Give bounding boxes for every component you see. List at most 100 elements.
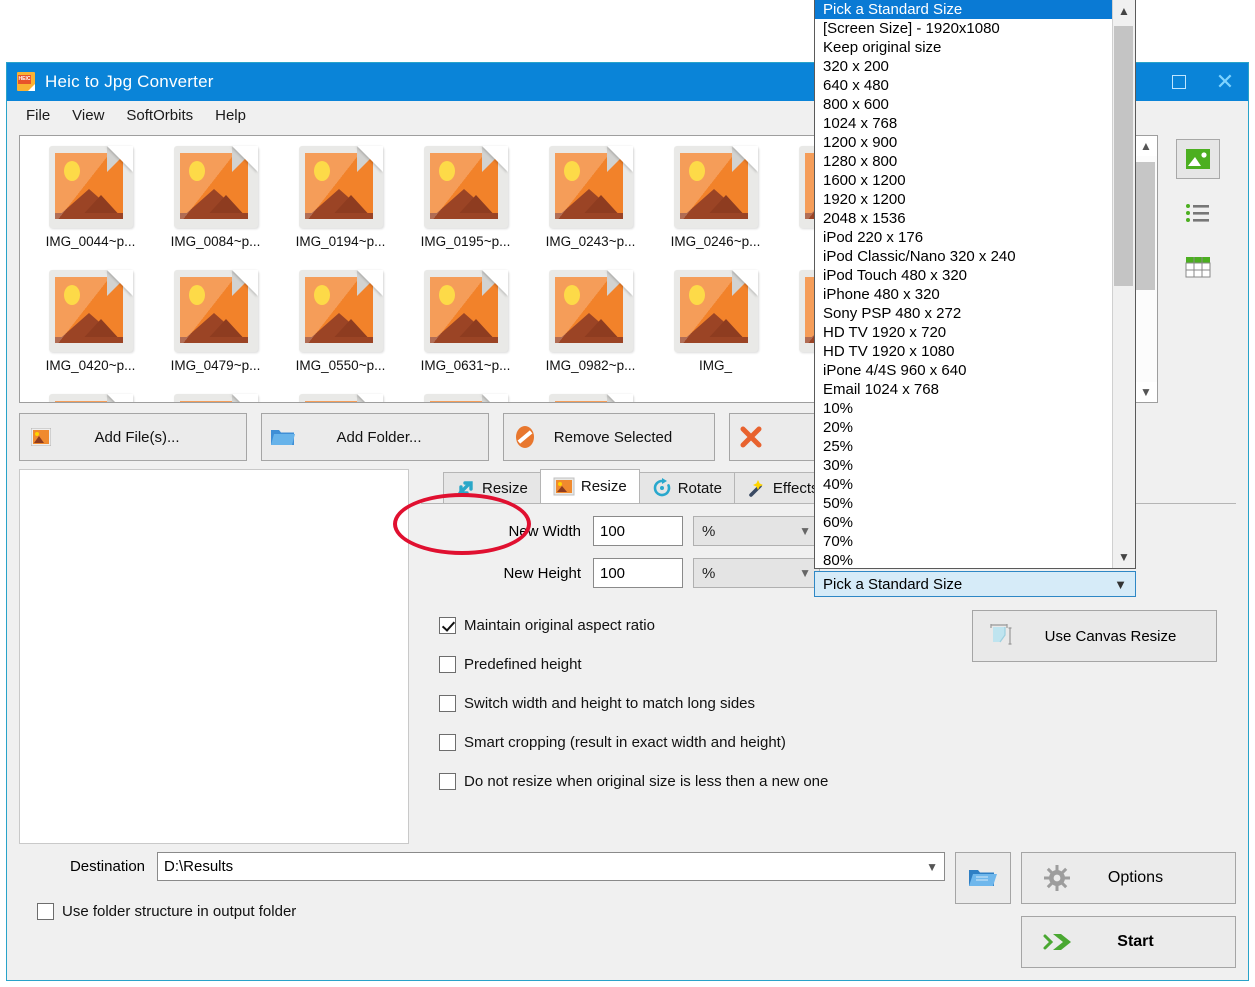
menu-item-softorbits[interactable]: SoftOrbits — [117, 104, 202, 127]
list-item[interactable]: IMG_0195~p... — [403, 142, 528, 266]
preview-pane[interactable] — [19, 469, 409, 844]
dropdown-option[interactable]: 1200 x 900 — [815, 133, 1112, 152]
standard-size-options-list[interactable]: Pick a Standard Size[Screen Size] - 1920… — [815, 0, 1112, 568]
image-thumbnail-icon — [420, 144, 512, 232]
dropdown-option[interactable]: 1600 x 1200 — [815, 171, 1112, 190]
switch-width-height-checkbox[interactable] — [439, 695, 456, 712]
dropdown-option[interactable]: iPone 4/4S 960 x 640 — [815, 361, 1112, 380]
dropdown-option[interactable]: HD TV 1920 x 720 — [815, 323, 1112, 342]
remove-selected-button[interactable]: Remove Selected — [503, 413, 715, 461]
list-item[interactable]: IMG_0982~p... — [528, 266, 653, 390]
scroll-up-icon[interactable]: ▲ — [1135, 136, 1157, 156]
tab-rotate[interactable]: Rotate — [639, 472, 735, 503]
add-files-button[interactable]: Add File(s)... — [19, 413, 247, 461]
dropdown-option[interactable]: 800 x 600 — [815, 95, 1112, 114]
close-button[interactable]: ✕ — [1202, 63, 1248, 101]
smart-cropping-row[interactable]: Smart cropping (result in exact width an… — [439, 734, 1236, 751]
destination-combo[interactable]: D:\Results ▼ — [157, 852, 945, 881]
dropdown-option[interactable]: 1024 x 768 — [815, 114, 1112, 133]
predefined-height-checkbox[interactable] — [439, 656, 456, 673]
add-image-icon — [20, 428, 62, 446]
file-list-scrollbar[interactable]: ▲ ▼ — [1134, 136, 1157, 402]
dropdown-option[interactable]: 320 x 200 — [815, 57, 1112, 76]
dropdown-option[interactable]: 1920 x 1200 — [815, 190, 1112, 209]
options-button[interactable]: Options — [1021, 852, 1236, 904]
dropdown-option[interactable]: 20% — [815, 418, 1112, 437]
resize-arrow-icon — [456, 479, 476, 497]
tab-resize-primary[interactable]: Resize — [443, 472, 541, 503]
new-height-unit-select[interactable]: % ▼ — [693, 558, 820, 588]
list-item[interactable]: IMG_0084~p... — [153, 142, 278, 266]
list-item[interactable]: IMG_0243~p... — [528, 142, 653, 266]
dropdown-scrollbar[interactable]: ▲ ▼ — [1112, 0, 1135, 568]
thumbnail-view-button[interactable] — [1176, 139, 1220, 179]
dropdown-option[interactable]: 40% — [815, 475, 1112, 494]
scroll-down-icon[interactable]: ▼ — [1135, 382, 1157, 402]
list-item[interactable]: IMG_0479~p... — [153, 266, 278, 390]
tab-resize-secondary[interactable]: Resize — [540, 469, 640, 503]
do-not-resize-checkbox[interactable] — [439, 773, 456, 790]
table-view-button[interactable] — [1176, 247, 1220, 287]
list-view-button[interactable] — [1176, 193, 1220, 233]
use-folder-structure-checkbox[interactable] — [37, 903, 54, 920]
use-canvas-resize-button[interactable]: Use Canvas Resize — [972, 610, 1217, 662]
list-item[interactable]: IMG_0550~p... — [278, 266, 403, 390]
dropdown-option[interactable]: 60% — [815, 513, 1112, 532]
dropdown-option[interactable]: 2048 x 1536 — [815, 209, 1112, 228]
dropdown-option[interactable]: 1280 x 800 — [815, 152, 1112, 171]
menu-item-help[interactable]: Help — [206, 104, 255, 127]
start-button[interactable]: Start — [1021, 916, 1236, 968]
list-item[interactable]: IMG_0246~p... — [653, 142, 778, 266]
list-item[interactable]: IMG_ — [653, 266, 778, 390]
dropdown-option[interactable]: iPhone 480 x 320 — [815, 285, 1112, 304]
image-thumbnail-icon — [420, 392, 512, 402]
maintain-aspect-ratio-checkbox[interactable] — [439, 617, 456, 634]
list-item[interactable]: IMG_0044~p... — [28, 142, 153, 266]
scrollbar-track[interactable] — [1135, 156, 1157, 382]
dropdown-option[interactable]: Sony PSP 480 x 272 — [815, 304, 1112, 323]
list-item[interactable] — [278, 390, 403, 402]
image-thumbnail-icon — [170, 144, 262, 232]
scroll-up-icon[interactable]: ▲ — [1118, 0, 1130, 22]
add-folder-button[interactable]: Add Folder... — [261, 413, 489, 461]
dropdown-option[interactable]: iPod Touch 480 x 320 — [815, 266, 1112, 285]
list-item[interactable] — [28, 390, 153, 402]
dropdown-option[interactable]: HD TV 1920 x 1080 — [815, 342, 1112, 361]
scroll-down-icon[interactable]: ▼ — [1118, 546, 1130, 568]
dropdown-option[interactable]: Pick a Standard Size — [815, 0, 1112, 19]
dropdown-option[interactable]: 10% — [815, 399, 1112, 418]
dropdown-option[interactable]: Keep original size — [815, 38, 1112, 57]
do-not-resize-row[interactable]: Do not resize when original size is less… — [439, 773, 1236, 790]
dropdown-option[interactable]: 25% — [815, 437, 1112, 456]
list-item[interactable]: IMG_0631~p... — [403, 266, 528, 390]
standard-size-dropdown-popup[interactable]: Pick a Standard Size[Screen Size] - 1920… — [814, 0, 1136, 569]
standard-size-combo[interactable]: Pick a Standard Size ▼ — [814, 571, 1136, 597]
menu-item-file[interactable]: File — [17, 104, 59, 127]
dropdown-option[interactable]: 70% — [815, 532, 1112, 551]
smart-cropping-checkbox[interactable] — [439, 734, 456, 751]
switch-width-height-row[interactable]: Switch width and height to match long si… — [439, 695, 1236, 712]
dropdown-option[interactable]: iPod Classic/Nano 320 x 240 — [815, 247, 1112, 266]
use-folder-structure-row[interactable]: Use folder structure in output folder — [37, 903, 945, 920]
dropdown-option[interactable]: 50% — [815, 494, 1112, 513]
browse-folder-button[interactable] — [955, 852, 1011, 904]
new-width-input[interactable] — [593, 516, 683, 546]
list-item[interactable]: IMG_0420~p... — [28, 266, 153, 390]
scrollbar-track[interactable] — [1113, 22, 1135, 546]
maximize-button[interactable] — [1156, 63, 1202, 101]
new-height-input[interactable] — [593, 558, 683, 588]
list-item[interactable] — [153, 390, 278, 402]
dropdown-option[interactable]: 640 x 480 — [815, 76, 1112, 95]
dropdown-option[interactable]: [Screen Size] - 1920x1080 — [815, 19, 1112, 38]
new-width-unit-select[interactable]: % ▼ — [693, 516, 820, 546]
list-item[interactable] — [403, 390, 528, 402]
scrollbar-thumb[interactable] — [1114, 26, 1133, 286]
scrollbar-thumb[interactable] — [1136, 162, 1155, 290]
dropdown-option[interactable]: 80% — [815, 551, 1112, 568]
dropdown-option[interactable]: 30% — [815, 456, 1112, 475]
dropdown-option[interactable]: Email 1024 x 768 — [815, 380, 1112, 399]
dropdown-option[interactable]: iPod 220 x 176 — [815, 228, 1112, 247]
list-item[interactable]: IMG_0194~p... — [278, 142, 403, 266]
menu-item-view[interactable]: View — [63, 104, 113, 127]
list-item[interactable] — [528, 390, 653, 402]
